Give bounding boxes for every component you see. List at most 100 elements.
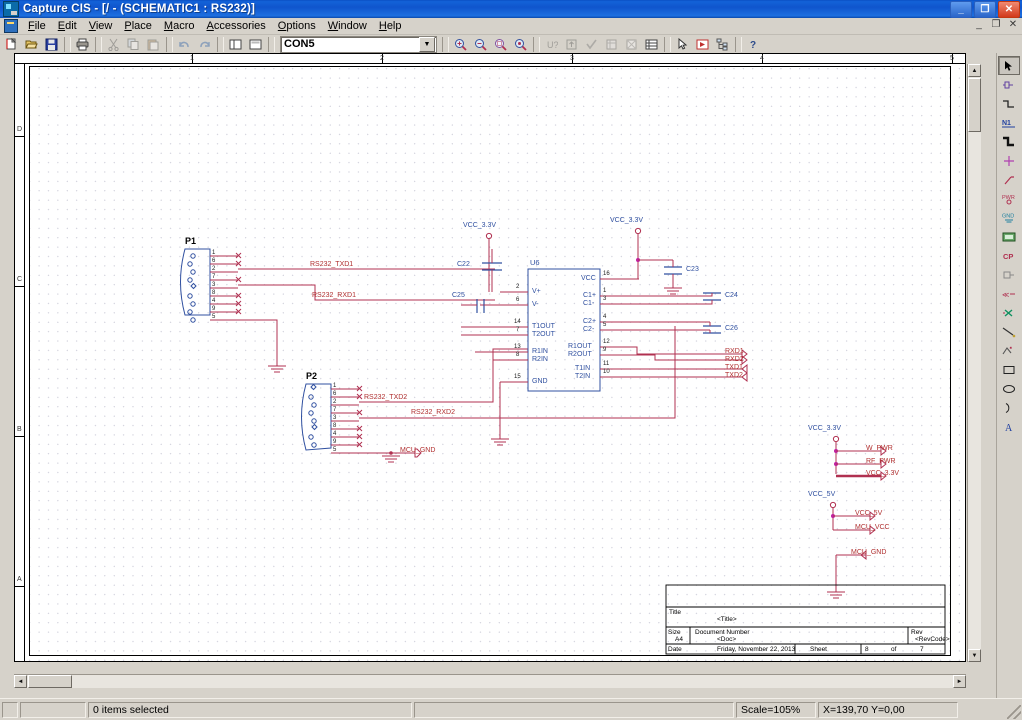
place-part-tool-icon[interactable] xyxy=(998,75,1020,94)
application-window: Capture CIS - [/ - (SCHEMATIC1 : RS232)]… xyxy=(0,0,1022,720)
save-icon[interactable] xyxy=(42,35,61,53)
mdi-close-button[interactable]: ✕ xyxy=(1007,19,1019,30)
new-icon[interactable] xyxy=(2,35,21,53)
chevron-down-icon[interactable]: ▼ xyxy=(419,36,435,52)
menu-accessories[interactable]: Accessories xyxy=(200,19,271,33)
place-arc-tool-icon[interactable] xyxy=(998,398,1020,417)
place-no-connect-tool-icon[interactable] xyxy=(998,303,1020,322)
mdi-minimize-button[interactable]: _ xyxy=(973,19,985,30)
place-text-tool-icon[interactable]: A xyxy=(998,417,1020,436)
document-icon[interactable] xyxy=(4,19,18,33)
create-netlist-icon[interactable] xyxy=(602,35,621,53)
redo-icon[interactable] xyxy=(195,35,214,53)
pin-number: 1 xyxy=(333,383,337,389)
horizontal-scroll-thumb[interactable] xyxy=(28,675,72,688)
zoom-out-icon[interactable] xyxy=(471,35,490,53)
toolbar-separator xyxy=(442,36,449,52)
refdes-c26: C26 xyxy=(725,325,738,332)
open-icon[interactable] xyxy=(22,35,41,53)
close-button[interactable]: ✕ xyxy=(998,1,1020,18)
place-junction-tool-icon[interactable] xyxy=(998,151,1020,170)
zoom-all-icon[interactable] xyxy=(511,35,530,53)
place-wire-tool-icon[interactable] xyxy=(998,94,1020,113)
project-manager-icon[interactable] xyxy=(226,35,245,53)
title-block-rev-label: Rev xyxy=(911,629,923,636)
place-bus-tool-icon[interactable] xyxy=(998,132,1020,151)
scroll-left-button[interactable]: ◄ xyxy=(14,675,27,688)
svg-text:N1: N1 xyxy=(1002,120,1011,127)
place-power-tool-icon[interactable]: PWR xyxy=(998,189,1020,208)
menu-options[interactable]: Options xyxy=(272,19,322,33)
place-pin-tool-icon[interactable] xyxy=(998,265,1020,284)
hierarchy-icon[interactable] xyxy=(713,35,732,53)
status-coordinates: X=139,70 Y=0,00 xyxy=(818,702,958,718)
offpage-label-txd1: TXD1 xyxy=(725,364,743,371)
bill-of-materials-icon[interactable] xyxy=(642,35,661,53)
place-rectangle-tool-icon[interactable] xyxy=(998,360,1020,379)
snap-to-grid-icon[interactable] xyxy=(673,35,692,53)
offpage-label-vcc-5v: VCC_5V xyxy=(855,510,883,517)
scroll-up-button[interactable]: ▲ xyxy=(968,64,981,77)
place-polyline-tool-icon[interactable] xyxy=(998,341,1020,360)
menu-help[interactable]: Help xyxy=(373,19,408,33)
horizontal-scrollbar[interactable]: ◄ ► xyxy=(14,674,966,688)
pin-number: 4 xyxy=(333,431,337,437)
place-line-tool-icon[interactable] xyxy=(998,322,1020,341)
vertical-scroll-thumb[interactable] xyxy=(968,78,981,132)
copy-icon[interactable] xyxy=(124,35,143,53)
place-port-tool-icon[interactable]: CP xyxy=(998,246,1020,265)
zoom-area-icon[interactable] xyxy=(491,35,510,53)
menu-window[interactable]: Window xyxy=(322,19,373,33)
offpage-label-txd2: TXD2 xyxy=(725,372,743,379)
window-controls: _ ❐ ✕ xyxy=(950,1,1020,18)
part-combo[interactable]: CON5 ▼ xyxy=(280,35,437,53)
place-offpage-connector-tool-icon[interactable]: ≪ xyxy=(998,284,1020,303)
help-icon[interactable]: ? xyxy=(744,35,763,53)
schematic-canvas[interactable]: P1 P2 1 6 2 7 3 8 4 9 5 1 6 2 7 3 8 4 9 … xyxy=(25,64,966,662)
place-net-alias-tool-icon[interactable]: N1 xyxy=(998,113,1020,132)
zoom-in-icon[interactable] xyxy=(451,35,470,53)
scroll-right-button[interactable]: ► xyxy=(953,675,966,688)
place-ellipse-tool-icon[interactable] xyxy=(998,379,1020,398)
minimize-button[interactable]: _ xyxy=(950,1,972,18)
pin-number: 14 xyxy=(514,319,521,325)
maximize-button[interactable]: ❐ xyxy=(974,1,996,18)
annotate-icon[interactable]: U? xyxy=(542,35,561,53)
offpage-label-w-pwr: W_PWR xyxy=(866,445,893,452)
menu-edit[interactable]: Edit xyxy=(52,19,83,33)
backannotate-icon[interactable] xyxy=(562,35,581,53)
menu-place[interactable]: Place xyxy=(118,19,158,33)
print-icon[interactable] xyxy=(73,35,92,53)
cross-reference-icon[interactable] xyxy=(622,35,641,53)
refdes-c25: C25 xyxy=(452,292,465,299)
mdi-restore-button[interactable]: ❐ xyxy=(990,19,1002,30)
paste-icon[interactable] xyxy=(144,35,163,53)
scroll-down-button[interactable]: ▼ xyxy=(968,649,981,662)
place-bus-entry-tool-icon[interactable] xyxy=(998,170,1020,189)
menu-file[interactable]: File xyxy=(22,19,52,33)
place-hierarchical-block-tool-icon[interactable] xyxy=(998,227,1020,246)
menu-macro[interactable]: Macro xyxy=(158,19,201,33)
part-properties-icon[interactable] xyxy=(246,35,265,53)
design-rules-check-icon[interactable] xyxy=(582,35,601,53)
place-ground-tool-icon[interactable]: GND xyxy=(998,208,1020,227)
pin-name: V+ xyxy=(532,288,541,295)
pin-number: 3 xyxy=(212,282,216,288)
title-bar: Capture CIS - [/ - (SCHEMATIC1 : RS232)]… xyxy=(0,0,1022,18)
select-tool-icon[interactable] xyxy=(998,56,1020,75)
refdes-p2: P2 xyxy=(306,371,318,381)
vertical-scrollbar[interactable]: ▲ ▼ xyxy=(967,64,981,662)
pin-number: 4 xyxy=(212,298,216,304)
title-block-date-label: Date xyxy=(668,646,682,653)
place-part-icon[interactable] xyxy=(693,35,712,53)
undo-icon[interactable] xyxy=(175,35,194,53)
cut-icon[interactable] xyxy=(104,35,123,53)
pin-number: 9 xyxy=(212,306,216,312)
menu-view[interactable]: View xyxy=(83,19,119,33)
ground-symbol-p2 xyxy=(382,455,400,463)
pin-number: 7 xyxy=(516,327,520,333)
offpage-label-mcu-gnd-p2: MCU_GND xyxy=(400,447,436,454)
title-block-docnum-label: Document Number xyxy=(695,629,750,636)
pin-number: 3 xyxy=(333,415,337,421)
resize-grip-icon[interactable] xyxy=(1007,705,1021,719)
